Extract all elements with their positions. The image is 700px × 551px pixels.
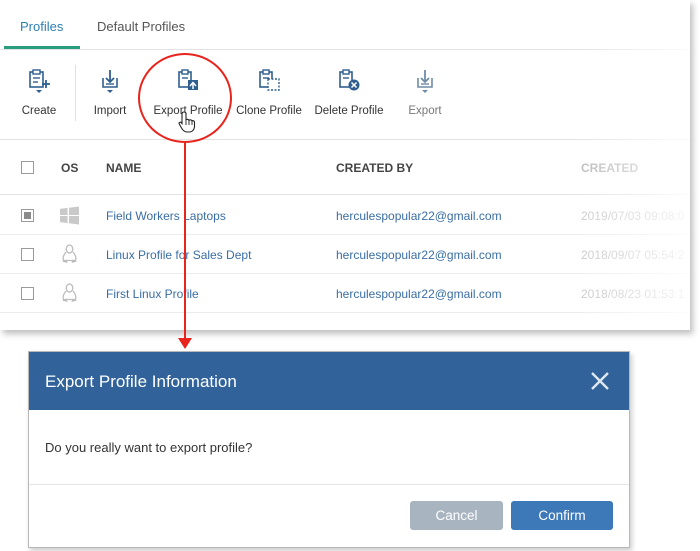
- hand-cursor-icon: [178, 111, 196, 133]
- clone-profile-label: Clone Profile: [236, 105, 302, 117]
- dialog-divider: [29, 484, 629, 485]
- dialog-title: Export Profile Information: [45, 372, 237, 391]
- created-by-email: herculespopular22@gmail.com: [336, 209, 502, 223]
- profiles-panel: Profiles Default Profiles Create Import …: [0, 0, 690, 330]
- create-label: Create: [21, 105, 57, 117]
- linux-icon: [62, 283, 77, 302]
- profile-name-link[interactable]: Linux Profile for Sales Dept: [106, 248, 251, 262]
- created-date: 2018/08/23 01:53:1: [581, 287, 685, 301]
- import-icon: [102, 70, 118, 93]
- export-profile-button[interactable]: Export Profile: [148, 51, 228, 140]
- table-row[interactable]: Linux Profile for Sales Dept herculespop…: [0, 235, 690, 274]
- created-by-email: herculespopular22@gmail.com: [336, 287, 502, 301]
- column-name[interactable]: NAME: [106, 161, 141, 175]
- created-by-email: herculespopular22@gmail.com: [336, 248, 502, 262]
- column-os[interactable]: OS: [61, 161, 78, 175]
- import-label: Import: [93, 105, 127, 117]
- created-date: 2019/07/03 09:08:0: [581, 209, 685, 223]
- confirm-button[interactable]: Confirm: [511, 501, 613, 530]
- delete-profile-button[interactable]: Delete Profile: [312, 51, 386, 140]
- row-checkbox[interactable]: [21, 287, 34, 300]
- clone-profile-icon: [259, 69, 280, 91]
- highlight-arrow-line: [184, 143, 186, 340]
- toolbar-separator: [75, 65, 76, 121]
- highlight-arrow-head: [178, 338, 192, 349]
- active-tab-indicator: [4, 46, 80, 49]
- cancel-button[interactable]: Cancel: [410, 501, 503, 530]
- clone-profile-button[interactable]: Clone Profile: [232, 51, 306, 140]
- windows-icon: [60, 206, 79, 225]
- delete-profile-icon: [339, 69, 360, 91]
- column-created-by[interactable]: CREATED BY: [336, 161, 413, 175]
- create-button[interactable]: Create: [8, 51, 70, 140]
- dialog-message: Do you really want to export profile?: [45, 440, 253, 455]
- row-checkbox[interactable]: [21, 209, 34, 222]
- delete-profile-label: Delete Profile: [314, 105, 384, 117]
- export-button[interactable]: Export: [398, 51, 452, 140]
- table-row[interactable]: Field Workers Laptops herculespopular22@…: [0, 196, 690, 235]
- row-checkbox[interactable]: [21, 248, 34, 261]
- export-profile-icon: [178, 69, 198, 90]
- select-all-checkbox[interactable]: [21, 161, 34, 174]
- table-row[interactable]: First Linux Profile herculespopular22@gm…: [0, 274, 690, 313]
- linux-icon: [62, 244, 77, 263]
- tab-default-profiles[interactable]: Default Profiles: [97, 19, 185, 34]
- tab-profiles[interactable]: Profiles: [20, 19, 63, 34]
- tab-bar: Profiles Default Profiles: [0, 0, 690, 50]
- export-icon: [417, 70, 433, 93]
- toolbar: Create Import Export Profile Clone Profi…: [0, 51, 690, 140]
- create-profile-icon: [29, 69, 50, 93]
- import-button[interactable]: Import: [82, 51, 138, 140]
- dialog-header: Export Profile Information: [29, 352, 629, 410]
- export-label: Export: [408, 105, 442, 117]
- export-profile-dialog: Export Profile Information Do you really…: [28, 351, 630, 548]
- close-icon[interactable]: [589, 370, 611, 392]
- table-header: OS NAME CREATED BY CREATED: [0, 141, 690, 195]
- created-date: 2018/09/07 05:54:2: [581, 248, 685, 262]
- column-created[interactable]: CREATED: [581, 161, 638, 175]
- profile-name-link[interactable]: Field Workers Laptops: [106, 209, 226, 223]
